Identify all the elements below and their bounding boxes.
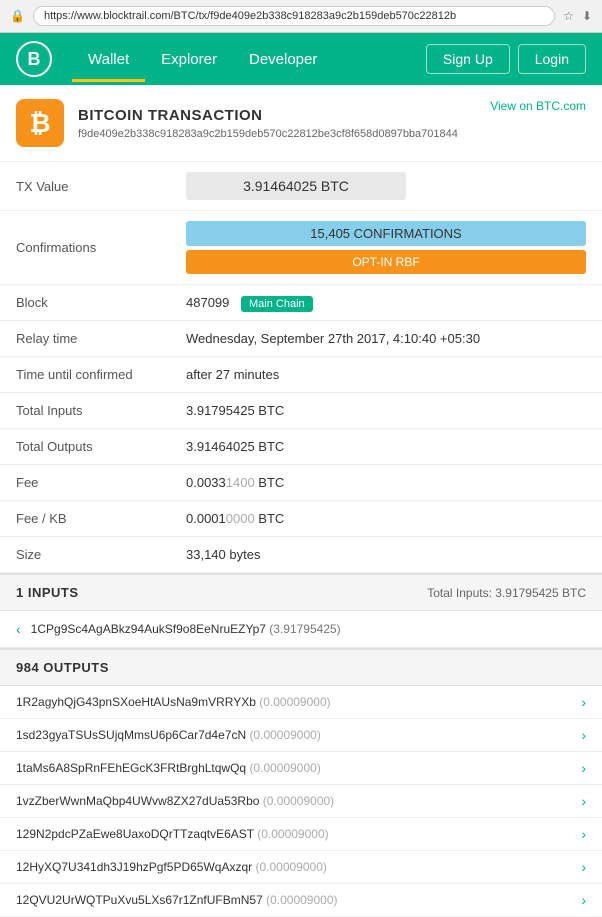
nav-explorer[interactable]: Explorer	[145, 37, 233, 82]
time-until-label: Time until confirmed	[0, 357, 170, 393]
fee-kb-label: Fee / KB	[0, 501, 170, 537]
outputs-title: 984 OUTPUTS	[16, 660, 109, 675]
output-item-4[interactable]: 129N2pdcPZaEwe8UaxoDQrTTzaqtvE6AST (0.00…	[0, 818, 602, 851]
input-address: 1CPg9Sc4AgABkz94AukSf9o8EeNruEZYp7 (3.91…	[31, 622, 341, 636]
chevron-right-icon-6: ›	[581, 892, 586, 908]
url-bar[interactable]: https://www.blocktrail.com/BTC/tx/f9de40…	[33, 6, 555, 26]
inputs-section-header: 1 INPUTS Total Inputs: 3.91795425 BTC	[0, 573, 602, 611]
tx-header: ₿ BITCOIN TRANSACTION f9de409e2b338c9182…	[0, 85, 602, 162]
nav-right: Sign Up Login	[426, 44, 586, 74]
size-value: 33,140 bytes	[170, 537, 602, 573]
output-address-1: 1sd23gyaTSUsSUjqMmsU6p6Car7d4e7cN (0.000…	[16, 728, 573, 742]
total-outputs-label: Total Outputs	[0, 429, 170, 465]
block-label: Block	[0, 285, 170, 321]
output-item-1[interactable]: 1sd23gyaTSUsSUjqMmsU6p6Car7d4e7cN (0.000…	[0, 719, 602, 752]
tx-value: 3.91464025 BTC	[186, 172, 406, 200]
nav-developer[interactable]: Developer	[233, 37, 333, 82]
output-address-6: 12QVU2UrWQTPuXvu5LXs67r1ZnfUFBmN57 (0.00…	[16, 893, 573, 907]
download-icon[interactable]: ⬇	[582, 9, 592, 23]
btc-icon: ₿	[16, 99, 64, 147]
fee-kb-value: 0.00010000 BTC	[186, 511, 284, 526]
confirmations-label: Confirmations	[0, 211, 170, 285]
input-amount: (3.91795425)	[269, 622, 340, 636]
main-chain-badge: Main Chain	[241, 296, 313, 312]
input-item-0[interactable]: ‹ 1CPg9Sc4AgABkz94AukSf9o8EeNruEZYp7 (3.…	[0, 611, 602, 648]
tx-hash: f9de409e2b338c918283a9c2b159deb570c22812…	[78, 128, 490, 140]
chevron-right-icon-5: ›	[581, 859, 586, 875]
nav-links: Wallet Explorer Developer	[72, 37, 426, 82]
total-inputs-label: Total Inputs	[0, 393, 170, 429]
output-item-2[interactable]: 1taMs6A8SpRnFEhEGcK3FRtBrghLtqwQq (0.000…	[0, 752, 602, 785]
inputs-total: Total Inputs: 3.91795425 BTC	[427, 586, 586, 600]
rbf-badge: OPT-IN RBF	[186, 250, 586, 274]
outputs-section-header: 984 OUTPUTS	[0, 648, 602, 686]
relay-time-row: Relay time Wednesday, September 27th 201…	[0, 321, 602, 357]
output-item-3[interactable]: 1vzZberWwnMaQbp4UWvw8ZX27dUa53Rbo (0.000…	[0, 785, 602, 818]
inputs-title: 1 INPUTS	[16, 585, 79, 600]
total-inputs-row: Total Inputs 3.91795425 BTC	[0, 393, 602, 429]
nav-logo[interactable]: B	[16, 41, 52, 77]
navbar: B Wallet Explorer Developer Sign Up Logi…	[0, 33, 602, 85]
output-address-3: 1vzZberWwnMaQbp4UWvw8ZX27dUa53Rbo (0.000…	[16, 794, 573, 808]
time-until-row: Time until confirmed after 27 minutes	[0, 357, 602, 393]
output-address-4: 129N2pdcPZaEwe8UaxoDQrTTzaqtvE6AST (0.00…	[16, 827, 573, 841]
fee-row: Fee 0.00331400 BTC	[0, 465, 602, 501]
fee-value: 0.00331400 BTC	[186, 475, 284, 490]
total-inputs-value: 3.91795425 BTC	[170, 393, 602, 429]
chevron-right-icon-4: ›	[581, 826, 586, 842]
view-btc-link[interactable]: View on BTC.com	[490, 99, 586, 113]
relay-time-value: Wednesday, September 27th 2017, 4:10:40 …	[170, 321, 602, 357]
star-icon[interactable]: ☆	[563, 9, 574, 23]
output-item-0[interactable]: 1R2agyhQjG43pnSXoeHtAUsNa9mVRRYXb (0.000…	[0, 686, 602, 719]
time-until-value: after 27 minutes	[170, 357, 602, 393]
output-item-6[interactable]: 12QVU2UrWQTPuXvu5LXs67r1ZnfUFBmN57 (0.00…	[0, 884, 602, 917]
nav-wallet[interactable]: Wallet	[72, 37, 145, 82]
block-row: Block 487099 Main Chain	[0, 285, 602, 321]
browser-bar: 🔒 https://www.blocktrail.com/BTC/tx/f9de…	[0, 0, 602, 33]
chevron-right-icon-0: ›	[581, 694, 586, 710]
fee-kb-row: Fee / KB 0.00010000 BTC	[0, 501, 602, 537]
signup-button[interactable]: Sign Up	[426, 44, 510, 74]
tx-header-info: BITCOIN TRANSACTION f9de409e2b338c918283…	[78, 107, 490, 140]
detail-table: TX Value 3.91464025 BTC Confirmations 15…	[0, 162, 602, 573]
outputs-list: 1R2agyhQjG43pnSXoeHtAUsNa9mVRRYXb (0.000…	[0, 686, 602, 917]
tx-value-row: TX Value 3.91464025 BTC	[0, 162, 602, 211]
output-address-2: 1taMs6A8SpRnFEhEGcK3FRtBrghLtqwQq (0.000…	[16, 761, 573, 775]
tx-value-label: TX Value	[0, 162, 170, 211]
main-content: ₿ BITCOIN TRANSACTION f9de409e2b338c9182…	[0, 85, 602, 917]
login-button[interactable]: Login	[518, 44, 586, 74]
total-outputs-row: Total Outputs 3.91464025 BTC	[0, 429, 602, 465]
chevron-right-icon-1: ›	[581, 727, 586, 743]
fee-label: Fee	[0, 465, 170, 501]
chevron-left-icon: ‹	[16, 621, 21, 637]
tx-title: BITCOIN TRANSACTION	[78, 107, 490, 124]
lock-icon: 🔒	[10, 9, 25, 23]
output-address-0: 1R2agyhQjG43pnSXoeHtAUsNa9mVRRYXb (0.000…	[16, 695, 573, 709]
size-label: Size	[0, 537, 170, 573]
output-address-5: 12HyXQ7U341dh3J19hzPgf5PD65WqAxzqr (0.00…	[16, 860, 573, 874]
output-item-5[interactable]: 12HyXQ7U341dh3J19hzPgf5PD65WqAxzqr (0.00…	[0, 851, 602, 884]
chevron-right-icon-2: ›	[581, 760, 586, 776]
chevron-right-icon-3: ›	[581, 793, 586, 809]
block-num: 487099	[186, 295, 229, 310]
relay-time-label: Relay time	[0, 321, 170, 357]
confirmations-row: Confirmations 15,405 CONFIRMATIONS OPT-I…	[0, 211, 602, 285]
total-outputs-value: 3.91464025 BTC	[170, 429, 602, 465]
size-row: Size 33,140 bytes	[0, 537, 602, 573]
confirmations-value: 15,405 CONFIRMATIONS	[186, 221, 586, 246]
